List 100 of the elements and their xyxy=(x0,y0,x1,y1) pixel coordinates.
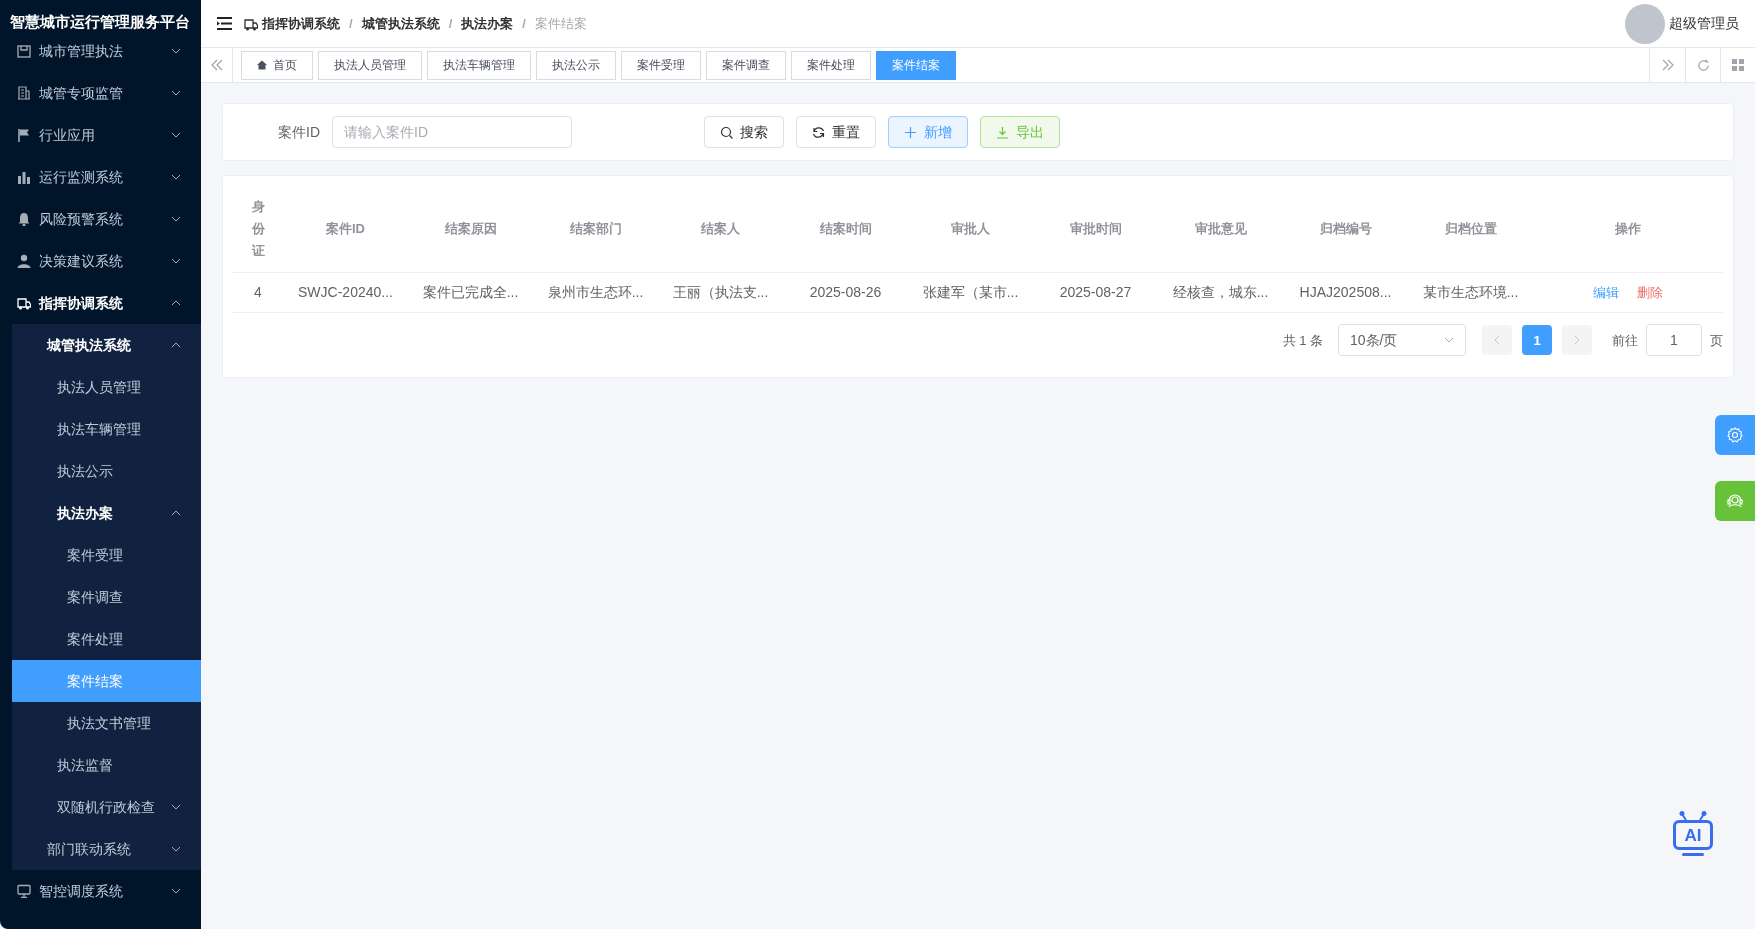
menu-item[interactable]: 运行监测系统 xyxy=(0,156,201,198)
search-icon xyxy=(720,125,733,139)
table-cell-text: 经核查，城东... xyxy=(1171,283,1270,303)
menu-item[interactable]: 指挥协调系统 xyxy=(0,282,201,324)
column-header: 结案原因 xyxy=(443,220,498,239)
menu-item[interactable]: 案件受理 xyxy=(12,534,201,576)
table-cell-text: 2025-08-26 xyxy=(808,283,883,303)
column-header: 案件ID xyxy=(325,220,366,239)
double-chevron-left-icon xyxy=(210,59,223,71)
column-header: 归档位置 xyxy=(1443,220,1498,239)
plus-icon xyxy=(904,125,917,139)
tab[interactable]: 执法公示 xyxy=(536,50,616,80)
chevron-down-icon xyxy=(171,173,181,181)
previous-page-button[interactable] xyxy=(1482,325,1512,356)
case-id-input[interactable]: 请输入案件ID xyxy=(332,116,572,148)
field-label: 案件ID xyxy=(278,122,320,142)
chevron-down-icon xyxy=(171,131,181,139)
support-button[interactable] xyxy=(1715,481,1755,521)
breadcrumb-link[interactable]: 执法办案 xyxy=(461,13,514,34)
tab[interactable]: 案件调查 xyxy=(706,50,786,80)
menu-item[interactable]: 风险预警系统 xyxy=(0,198,201,240)
chevron-up-icon xyxy=(171,299,181,307)
page-suffix: 页 xyxy=(1710,331,1723,350)
tab[interactable]: 案件处理 xyxy=(791,50,871,80)
column-header: 审批人 xyxy=(950,220,991,239)
breadcrumb-link[interactable]: 城管执法系统 xyxy=(361,13,440,34)
bell-icon xyxy=(17,212,31,226)
flag-icon xyxy=(17,128,31,142)
table-cell-text: HJAJ202508... xyxy=(1298,283,1393,303)
tab[interactable]: 执法人员管理 xyxy=(318,50,422,80)
grid-icon xyxy=(1732,59,1744,71)
search-button[interactable]: 搜索 xyxy=(704,116,784,148)
user-avatar[interactable] xyxy=(1625,3,1665,44)
menu-item[interactable]: 部门联动系统 xyxy=(12,828,201,870)
menu-item[interactable]: 案件调查 xyxy=(12,576,201,618)
refresh-icon xyxy=(812,125,825,139)
column-header: 身份证 xyxy=(250,198,266,261)
chevron-down-icon xyxy=(171,887,181,895)
menu-item[interactable]: 执法监督 xyxy=(12,744,201,786)
menu-item[interactable]: 案件处理 xyxy=(12,618,201,660)
tab[interactable]: 首页 xyxy=(241,50,313,80)
reset-button[interactable]: 重置 xyxy=(796,116,876,148)
menu-item[interactable]: 决策建议系统 xyxy=(0,240,201,282)
table-cell-text: 2025-08-27 xyxy=(1058,283,1133,303)
chevron-down-icon xyxy=(1444,336,1454,345)
menu-item[interactable]: 行业应用 xyxy=(0,114,201,156)
menu-item[interactable]: 执法文书管理 xyxy=(12,702,201,744)
next-page-button[interactable] xyxy=(1562,325,1592,356)
table-cell-text: 泉州市生态环... xyxy=(546,283,645,303)
double-chevron-right-icon xyxy=(1661,59,1674,71)
page-size-select[interactable]: 10条/页 xyxy=(1338,324,1466,357)
menu-item[interactable]: 城管执法系统 xyxy=(12,324,201,366)
box-icon xyxy=(17,44,31,58)
ai-label: AI xyxy=(1684,826,1702,844)
tab[interactable]: 执法车辆管理 xyxy=(427,50,531,80)
menu-item[interactable]: 执法办案 xyxy=(12,492,201,534)
tab[interactable]: 案件受理 xyxy=(621,50,701,80)
chevron-down-icon xyxy=(171,845,181,853)
monitor-icon xyxy=(17,884,31,898)
menu-item[interactable]: 智控调度系统 xyxy=(0,870,201,912)
breadcrumb-link[interactable]: 指挥协调系统 xyxy=(244,13,340,34)
menu-item[interactable]: 城管专项监管 xyxy=(0,72,201,114)
page-input[interactable]: 1 xyxy=(1646,324,1702,357)
column-header: 操作 xyxy=(1614,220,1642,239)
total-count: 共 1 条 xyxy=(1282,331,1323,350)
goto-label: 前往 xyxy=(1612,331,1638,350)
column-header: 结案人 xyxy=(700,220,741,239)
column-header: 审批意见 xyxy=(1193,220,1248,239)
antenna-icon xyxy=(1678,811,1708,820)
building-icon xyxy=(17,86,31,100)
table-cell-text: 张建军（某市... xyxy=(921,283,1020,303)
table-cell-text: SWJC-20240... xyxy=(297,283,394,303)
column-header: 结案时间 xyxy=(818,220,873,239)
truck-icon xyxy=(17,296,31,310)
breadcrumb-separator: / xyxy=(448,14,453,33)
chevron-down-icon xyxy=(171,803,181,811)
breadcrumb-separator: / xyxy=(349,14,353,33)
settings-button[interactable] xyxy=(1715,415,1755,455)
truck-icon xyxy=(244,16,258,31)
bar-chart-icon xyxy=(17,170,31,184)
chevron-down-icon xyxy=(171,89,181,97)
menu-item[interactable]: 执法公示 xyxy=(12,450,201,492)
user-name[interactable]: 超级管理员 xyxy=(1669,13,1739,34)
menu-item[interactable]: 执法车辆管理 xyxy=(12,408,201,450)
column-header: 归档编号 xyxy=(1318,220,1373,239)
menu-icon[interactable] xyxy=(217,17,232,30)
table-cell-text: 王丽（执法支... xyxy=(671,283,770,303)
chevron-left-icon xyxy=(1494,335,1500,346)
chevron-down-icon xyxy=(171,215,181,223)
menu-item[interactable]: 双随机行政检查 xyxy=(12,786,201,828)
menu-item[interactable]: 执法人员管理 xyxy=(12,366,201,408)
refresh-icon xyxy=(1696,58,1710,72)
settings-icon xyxy=(1727,427,1743,443)
chevron-right-icon xyxy=(1574,335,1580,346)
column-header: 审批时间 xyxy=(1068,220,1123,239)
home-icon xyxy=(257,60,267,70)
chevron-down-icon xyxy=(171,257,181,265)
chevron-up-icon xyxy=(171,341,181,349)
table-cell-text: 4 xyxy=(253,283,263,303)
table-cell-text: 案件已完成全... xyxy=(421,283,520,303)
